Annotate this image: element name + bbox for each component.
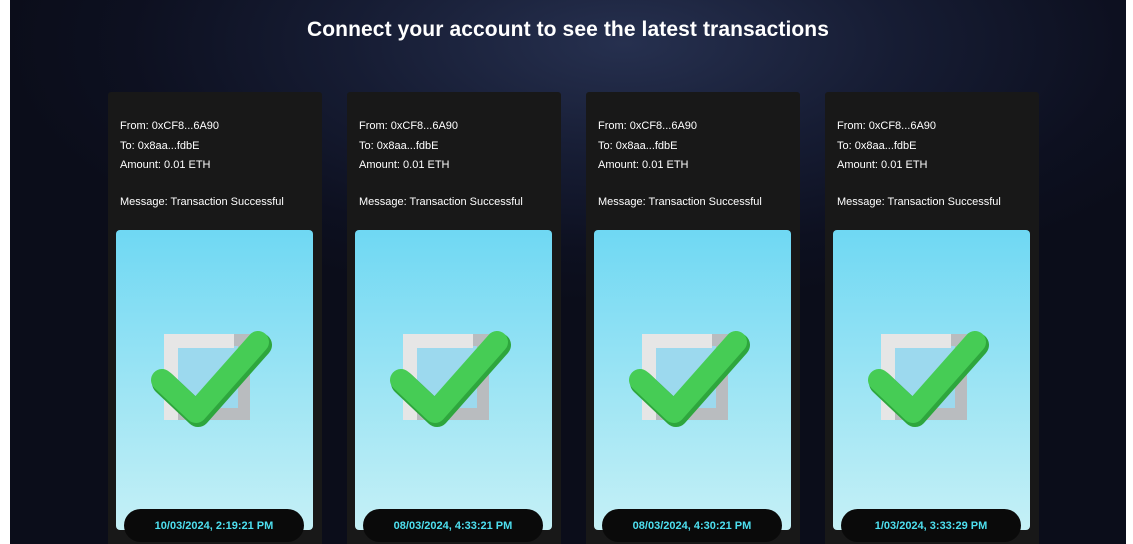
amount: Amount: 0.01 ETH [837,159,928,171]
from-address: From: 0xCF8...6A90 [598,120,698,132]
page-title: Connect your account to see the latest t… [306,18,830,41]
to-address: To: 0x8aa...fdbE [120,139,200,152]
transaction-card[interactable]: From: 0xCF8...6A90 To: 0x8aa...fdbE Amou… [347,92,561,544]
to-address: To: 0x8aa...fdbE [598,139,678,152]
transaction-image [594,230,791,530]
transaction-image [355,230,552,530]
message: Message: Transaction Successful [120,195,284,208]
amount: Amount: 0.01 ETH [598,159,689,171]
timestamp-badge: 1/03/2024, 3:33:29 PM [841,509,1021,542]
transaction-details: From: 0xCF8...6A90 To: 0x8aa...fdbE Amou… [837,117,1001,212]
timestamp-badge: 10/03/2024, 2:19:21 PM [124,509,304,542]
to-address: To: 0x8aa...fdbE [359,139,439,152]
checkmark-box-icon [390,331,511,427]
transaction-details: From: 0xCF8...6A90 To: 0x8aa...fdbE Amou… [359,117,523,212]
timestamp-badge: 08/03/2024, 4:33:21 PM [363,509,543,542]
message: Message: Transaction Successful [837,195,1001,208]
from-address: From: 0xCF8...6A90 [837,120,937,132]
amount: Amount: 0.01 ETH [359,159,450,171]
transaction-details: From: 0xCF8...6A90 To: 0x8aa...fdbE Amou… [598,117,762,212]
message: Message: Transaction Successful [598,195,762,208]
transaction-card[interactable]: From: 0xCF8...6A90 To: 0x8aa...fdbE Amou… [586,92,800,544]
from-address: From: 0xCF8...6A90 [120,120,220,132]
from-address: From: 0xCF8...6A90 [359,120,459,132]
checkmark-box-icon [629,331,750,427]
transaction-image [833,230,1030,530]
message: Message: Transaction Successful [359,195,523,208]
transaction-details: From: 0xCF8...6A90 To: 0x8aa...fdbE Amou… [120,117,284,212]
checkmark-box-icon [151,331,272,427]
transactions-page: Connect your account to see the latest t… [10,0,1126,544]
checkmark-box-icon [868,331,989,427]
transaction-card[interactable]: From: 0xCF8...6A90 To: 0x8aa...fdbE Amou… [825,92,1039,544]
transaction-card[interactable]: From: 0xCF8...6A90 To: 0x8aa...fdbE Amou… [108,92,322,544]
transaction-image [116,230,313,530]
to-address: To: 0x8aa...fdbE [837,139,917,152]
timestamp-badge: 08/03/2024, 4:30:21 PM [602,509,782,542]
amount: Amount: 0.01 ETH [120,159,211,171]
